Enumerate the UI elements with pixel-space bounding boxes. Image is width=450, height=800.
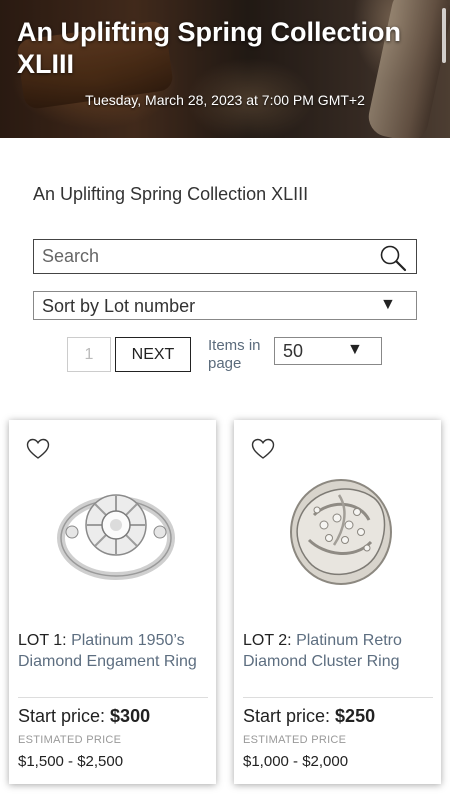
heart-icon[interactable] bbox=[251, 438, 275, 460]
items-per-page-label: Items in page bbox=[208, 337, 261, 372]
lot-card[interactable]: LOT 2: Platinum Retro Diamond Cluster Ri… bbox=[234, 420, 441, 784]
hero-banner: An Uplifting Spring Collection XLIII Tue… bbox=[0, 0, 450, 138]
divider bbox=[243, 697, 433, 698]
sort-label: Sort by Lot number bbox=[42, 296, 196, 316]
lot-number: LOT 1: bbox=[18, 632, 67, 649]
auction-datetime: Tuesday, March 28, 2023 at 7:00 PM GMT+2 bbox=[85, 92, 365, 108]
ring-image[interactable] bbox=[279, 470, 404, 595]
lot-number: LOT 2: bbox=[243, 632, 292, 649]
items-per-page-dropdown[interactable]: 50 ▼ bbox=[274, 337, 382, 365]
estimated-price-range: $1,500 - $2,500 bbox=[18, 753, 124, 770]
start-price-value: $300 bbox=[110, 706, 151, 726]
estimated-price-label: ESTIMATED PRICE bbox=[243, 734, 347, 746]
scrollbar[interactable] bbox=[442, 8, 446, 63]
caret-down-icon: ▼ bbox=[347, 341, 363, 358]
ring-image[interactable] bbox=[54, 470, 179, 595]
start-price-label: Start price: bbox=[18, 706, 106, 726]
auction-title: An Uplifting Spring Collection XLIII bbox=[17, 17, 401, 79]
search-icon[interactable] bbox=[379, 244, 407, 272]
search-input[interactable] bbox=[34, 240, 364, 273]
divider bbox=[18, 697, 208, 698]
estimated-price-range: $1,000 - $2,000 bbox=[243, 753, 349, 770]
start-price-value: $250 bbox=[335, 706, 376, 726]
next-button[interactable]: NEXT bbox=[115, 337, 191, 372]
collection-title: An Uplifting Spring Collection XLIII bbox=[33, 184, 309, 204]
lot-card[interactable]: LOT 1: Platinum 1950’s Diamond Engament … bbox=[9, 420, 216, 784]
start-price-label: Start price: bbox=[243, 706, 331, 726]
items-per-page-value: 50 bbox=[283, 341, 304, 361]
estimated-price-label: ESTIMATED PRICE bbox=[18, 734, 122, 746]
caret-down-icon: ▼ bbox=[380, 296, 396, 313]
page-number-input[interactable]: 1 bbox=[67, 337, 111, 372]
sort-dropdown[interactable]: Sort by Lot number ▼ bbox=[33, 291, 417, 320]
heart-icon[interactable] bbox=[26, 438, 50, 460]
search-box[interactable] bbox=[33, 239, 417, 274]
